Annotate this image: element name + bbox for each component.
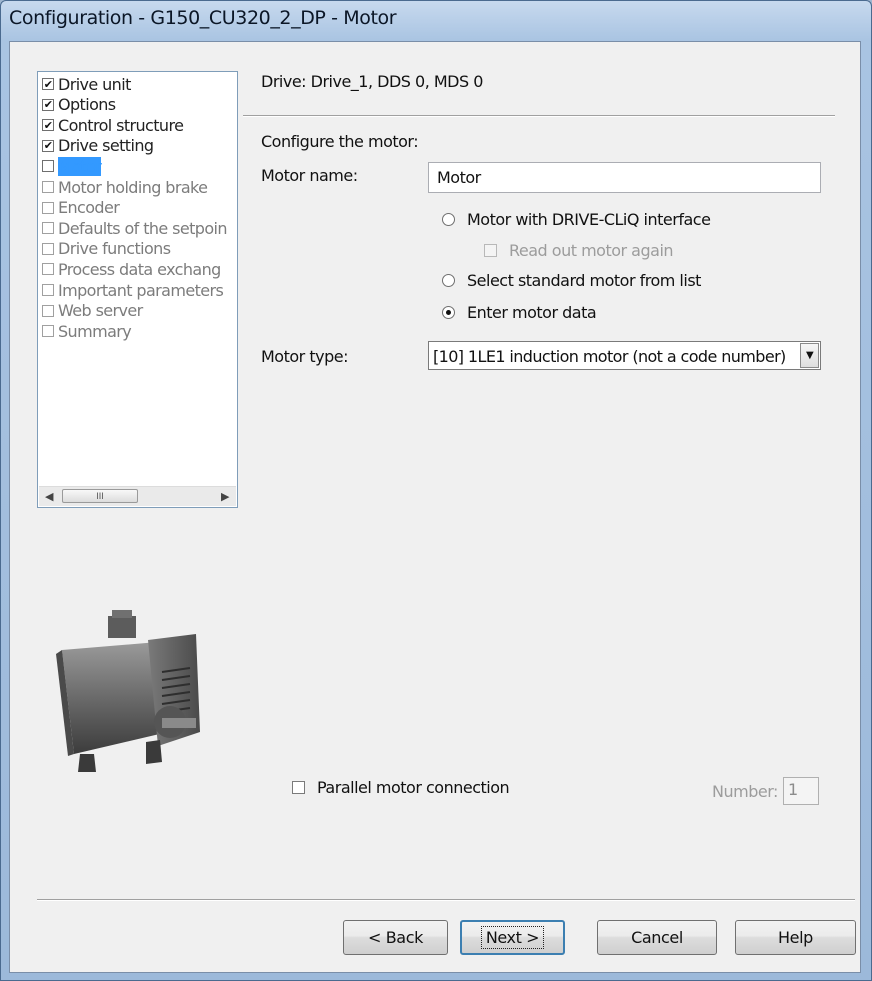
checkbox-icon [42, 181, 54, 193]
number-label: Number: [712, 782, 778, 801]
checkbox-icon [42, 304, 54, 317]
wizard-step-item[interactable]: ✔ Control structure [42, 115, 184, 135]
title-bar[interactable]: Configuration - G150_CU320_2_DP - Motor [1, 1, 871, 41]
radio-button-icon[interactable] [442, 213, 455, 226]
wizard-step-item[interactable]: Motor [42, 156, 102, 176]
checkbox-icon[interactable] [292, 781, 305, 794]
scroll-thumb[interactable]: III [62, 489, 138, 503]
section-label: Configure the motor: [261, 132, 419, 151]
radio-standard-motor-label: Select standard motor from list [467, 271, 701, 290]
checkbox-checked-icon: ✔ [42, 118, 54, 132]
dropdown-arrow-icon[interactable]: ▼ [800, 343, 819, 368]
drive-info: Drive: Drive_1, DDS 0, MDS 0 [261, 72, 483, 91]
wizard-step-label: Defaults of the setpoin [58, 218, 228, 238]
scroll-left-icon[interactable]: ◀ [45, 490, 53, 503]
motor-name-label: Motor name: [261, 166, 358, 185]
wizard-step-item[interactable]: ✔ Drive unit [42, 74, 131, 94]
wizard-step-item[interactable]: Important parameters [42, 280, 224, 300]
wizard-step-item[interactable]: Encoder [42, 198, 120, 218]
header-divider [243, 115, 835, 117]
radio-enter-motor-data[interactable]: Enter motor data [442, 303, 597, 322]
read-out-motor-checkbox: Read out motor again [484, 241, 674, 260]
motor-name-input[interactable]: Motor [428, 162, 821, 193]
wizard-step-label: Control structure [58, 115, 184, 135]
number-input: 1 [783, 777, 819, 805]
checkbox-checked-icon: ✔ [42, 98, 54, 112]
motor-image [56, 610, 200, 772]
radio-enter-motor-data-label: Enter motor data [467, 303, 597, 322]
back-button[interactable]: < Back [343, 920, 448, 955]
read-out-motor-label: Read out motor again [509, 241, 674, 260]
checkbox-checked-icon: ✔ [42, 77, 54, 91]
wizard-step-label: Process data exchang [58, 259, 221, 279]
checkbox-icon [42, 284, 54, 296]
wizard-step-label: Summary [58, 321, 132, 341]
footer-divider [37, 899, 855, 901]
wizard-step-item[interactable]: Process data exchang [42, 259, 221, 279]
wizard-step-label: Motor [58, 156, 102, 176]
checkbox-icon [484, 244, 497, 257]
checkbox-icon [42, 325, 54, 338]
wizard-steps-list: ✔ Drive unit ✔ Options ✔ Control structure ✔ Dr… [37, 71, 238, 508]
next-button[interactable]: Next > [460, 920, 565, 955]
checkbox-icon [42, 222, 54, 235]
checkbox-checked-icon: ✔ [42, 139, 54, 153]
wizard-step-item[interactable]: Drive functions [42, 239, 171, 259]
radio-standard-motor-list[interactable]: Select standard motor from list [442, 271, 701, 290]
dialog-client-area: ✔ Drive unit ✔ Options ✔ Control structure ✔ Dr… [9, 41, 861, 973]
parallel-motor-checkbox[interactable]: Parallel motor connection [292, 778, 510, 797]
wizard-step-item[interactable]: Defaults of the setpoin [42, 218, 228, 238]
wizard-step-label: Encoder [58, 198, 120, 218]
scroll-right-icon[interactable]: ▶ [221, 490, 229, 503]
configuration-window: Configuration - G150_CU320_2_DP - Motor … [0, 0, 872, 981]
motor-type-label: Motor type: [261, 347, 348, 366]
wizard-step-label: Drive functions [58, 239, 171, 259]
motor-type-value: [10] 1LE1 induction motor (not a code nu… [433, 347, 786, 366]
wizard-step-label: Important parameters [58, 280, 224, 300]
parallel-motor-label: Parallel motor connection [317, 778, 510, 797]
wizard-step-item[interactable]: ✔ Options [42, 95, 116, 115]
window-title: Configuration - G150_CU320_2_DP - Motor [9, 7, 397, 29]
radio-drive-cliq[interactable]: Motor with DRIVE-CLiQ interface [442, 210, 711, 229]
wizard-step-item[interactable]: Motor holding brake [42, 177, 208, 197]
radio-button-selected-icon[interactable] [442, 306, 455, 319]
help-button[interactable]: Help [735, 920, 856, 955]
wizard-step-label: Options [58, 95, 116, 115]
wizard-step-item[interactable]: Web server [42, 301, 143, 321]
radio-drive-cliq-label: Motor with DRIVE-CLiQ interface [467, 210, 711, 229]
checkbox-icon [42, 160, 54, 173]
checkbox-icon [42, 201, 54, 214]
checkbox-icon [42, 242, 54, 255]
radio-button-icon[interactable] [442, 274, 455, 287]
wizard-step-label: Motor holding brake [58, 177, 208, 197]
wizard-step-label: Drive unit [58, 74, 131, 94]
cancel-button[interactable]: Cancel [597, 920, 717, 955]
motor-type-select[interactable]: [10] 1LE1 induction motor (not a code nu… [428, 341, 821, 370]
wizard-step-label: Drive setting [58, 136, 154, 156]
horizontal-scrollbar[interactable]: ◀ III ▶ [39, 486, 236, 506]
wizard-step-item[interactable]: ✔ Drive setting [42, 136, 154, 156]
wizard-step-label: Web server [58, 301, 143, 321]
checkbox-icon [42, 263, 54, 276]
wizard-step-item[interactable]: Summary [42, 321, 132, 341]
